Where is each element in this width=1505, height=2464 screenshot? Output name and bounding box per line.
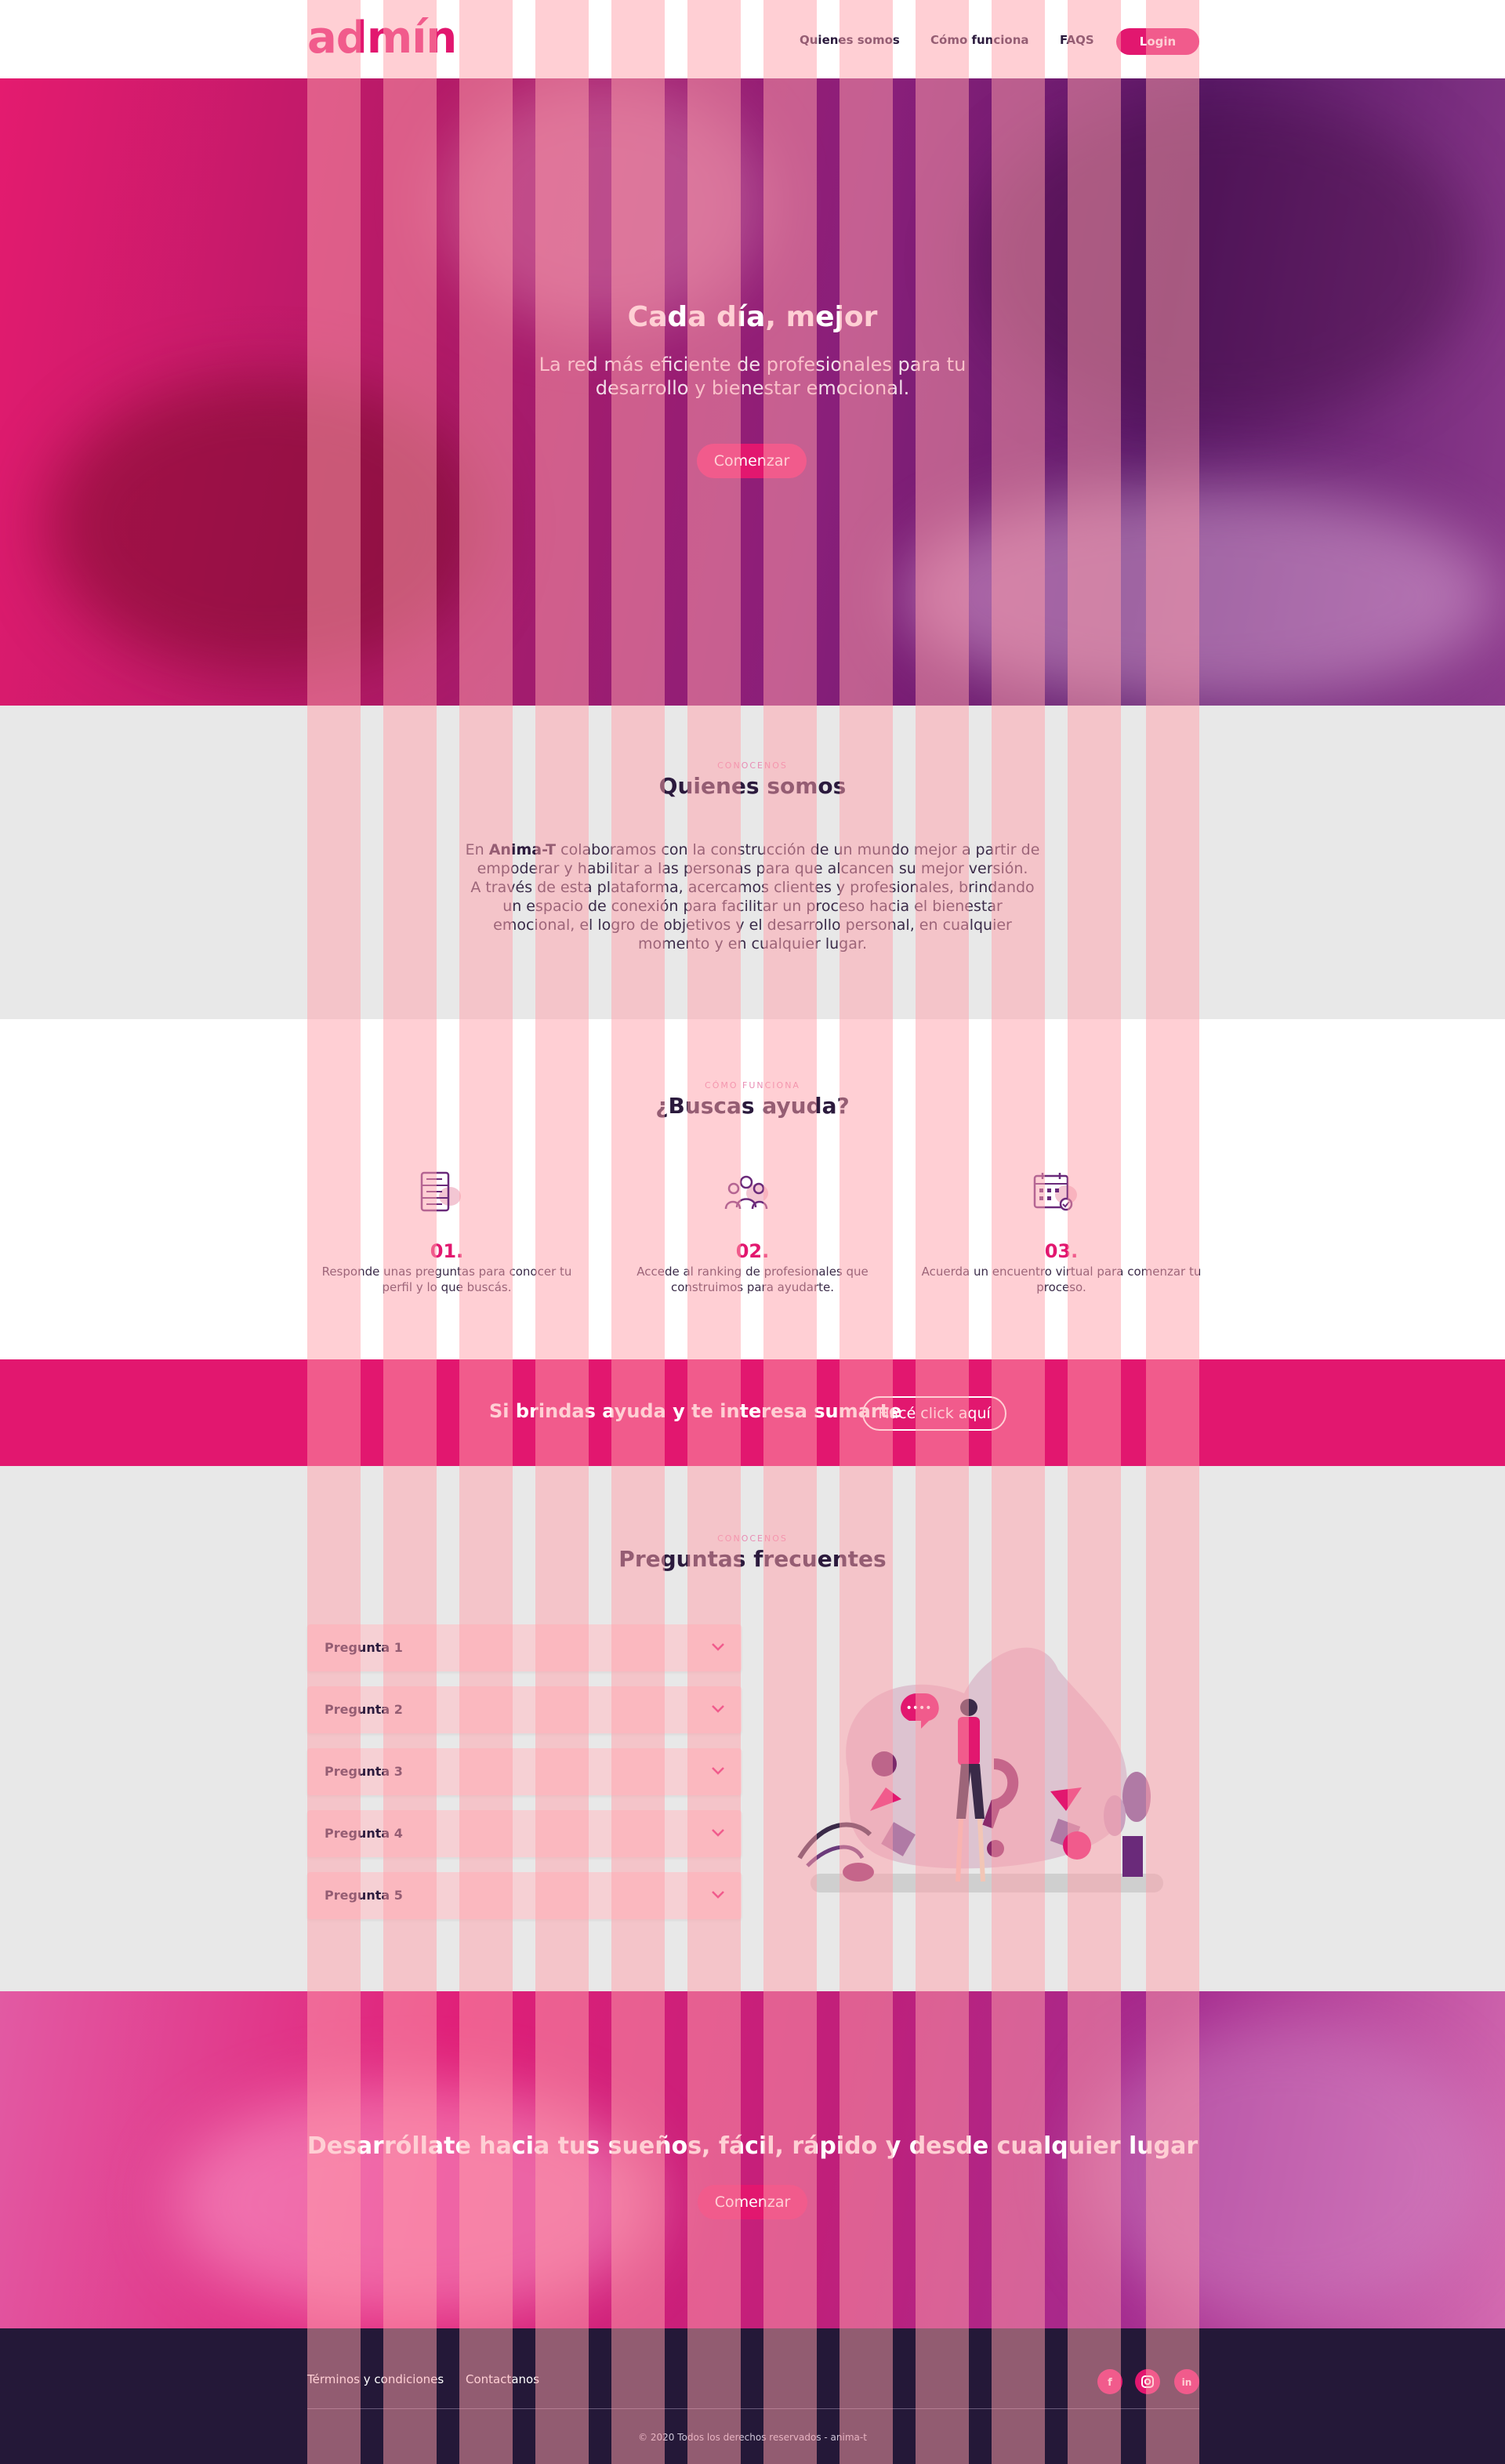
cta-photo-laptop xyxy=(172,2085,658,2321)
hero-title: Cada día, mejor xyxy=(627,301,878,333)
hero-photo-hands xyxy=(47,376,486,674)
faq-item-label: Pregunta 5 xyxy=(325,1888,403,1903)
how-title: ¿Buscas ayuda? xyxy=(655,1093,850,1119)
about-title: Quienes somos xyxy=(658,773,847,799)
step-1-text: Responde unas preguntas para conocer tu … xyxy=(321,1265,572,1294)
server-icon xyxy=(420,1171,461,1212)
faq-title: Preguntas frecuentes xyxy=(618,1546,887,1572)
chevron-down-icon xyxy=(712,1891,724,1899)
linkedin-glyph: in xyxy=(1182,2377,1192,2388)
join-button[interactable]: Hacé click aquí xyxy=(862,1396,1006,1431)
join-strip-text: Si brindas ayuda y te interesa sumarte xyxy=(489,1400,902,1422)
copyright: © 2020 Todos los derechos reservados - a… xyxy=(638,2432,867,2443)
about-text: En Anima-T colaboramos con la construcci… xyxy=(462,840,1043,953)
brand-name: Anima-T xyxy=(488,841,557,858)
chevron-down-icon xyxy=(712,1829,724,1837)
hero-start-button[interactable]: Comenzar xyxy=(697,444,807,478)
speech-bubble-dots: •••• xyxy=(905,1702,931,1715)
hero-photo-screen xyxy=(972,94,1474,423)
step-3-number: 03. xyxy=(1044,1240,1079,1262)
footer: Términos y condiciones Contactanos f in … xyxy=(0,2328,1505,2464)
chevron-down-icon xyxy=(712,1705,724,1713)
faq-item-label: Pregunta 4 xyxy=(325,1826,403,1841)
footer-link-terms[interactable]: Términos y condiciones xyxy=(307,2372,444,2386)
faq-item-1[interactable]: Pregunta 1 xyxy=(307,1624,742,1671)
footer-link-contact[interactable]: Contactanos xyxy=(466,2372,539,2386)
nav-link-como-funciona[interactable]: Cómo funciona xyxy=(930,33,1029,47)
faq-item-5[interactable]: Pregunta 5 xyxy=(307,1872,742,1919)
about-section: Conocenos Quienes somos En Anima-T colab… xyxy=(0,706,1505,1019)
step-3-text: Acuerda un encuentro virtual para comenz… xyxy=(921,1265,1202,1294)
faq-eyebrow: Conocenos xyxy=(717,1533,788,1544)
login-button[interactable]: Login xyxy=(1116,28,1199,55)
faq-item-4[interactable]: Pregunta 4 xyxy=(307,1810,742,1857)
calendar-icon xyxy=(1033,1173,1077,1211)
faq-item-label: Pregunta 2 xyxy=(325,1702,403,1717)
hero-photo-person xyxy=(439,78,768,329)
cta-section: Desarróllate hacia tus sueños, fácil, rá… xyxy=(0,1991,1505,2328)
facebook-icon[interactable]: f xyxy=(1097,2369,1122,2394)
chevron-down-icon xyxy=(712,1767,724,1775)
people-icon xyxy=(724,1175,768,1210)
faq-item-3[interactable]: Pregunta 3 xyxy=(307,1748,742,1795)
hero-subtitle: La red más eficiente de profesionales pa… xyxy=(539,354,966,399)
nav-link-faqs[interactable]: FAQS xyxy=(1060,33,1094,47)
about-text-2: A través de esta plataforma, acercamos c… xyxy=(470,879,1035,953)
chevron-down-icon xyxy=(712,1643,724,1651)
how-section: Cómo funciona ¿Buscas ayuda? 01. Respond… xyxy=(0,1019,1505,1359)
cta-photo-person xyxy=(1082,2023,1489,2321)
faq-item-label: Pregunta 1 xyxy=(325,1640,403,1655)
faq-item-2[interactable]: Pregunta 2 xyxy=(307,1686,742,1733)
faq-section: Conocenos Preguntas frecuentes Pregunta … xyxy=(0,1466,1505,1991)
cta-start-button[interactable]: Comenzar xyxy=(698,2185,807,2219)
how-eyebrow: Cómo funciona xyxy=(705,1080,800,1090)
about-text-1: colaboramos con la construcción de un mu… xyxy=(477,841,1040,877)
step-1-number: 01. xyxy=(430,1240,464,1262)
logo[interactable]: admín xyxy=(307,13,457,64)
step-2-number: 02. xyxy=(735,1240,770,1262)
navbar: admín Quienes somos Cómo funciona FAQS L… xyxy=(0,0,1505,78)
hero-section: Cada día, mejor La red más eficiente de … xyxy=(0,78,1505,706)
about-text-prefix: En xyxy=(465,841,489,858)
faq-item-label: Pregunta 3 xyxy=(325,1764,403,1779)
footer-divider xyxy=(307,2408,1199,2409)
facebook-glyph: f xyxy=(1108,2377,1112,2389)
faq-illustration: •••• xyxy=(797,1647,1163,1892)
about-eyebrow: Conocenos xyxy=(717,760,788,771)
instagram-icon[interactable] xyxy=(1135,2369,1160,2394)
step-2-text: Accede al ranking de profesionales que c… xyxy=(636,1265,869,1294)
linkedin-icon[interactable]: in xyxy=(1174,2369,1199,2394)
nav-link-quienes-somos[interactable]: Quienes somos xyxy=(800,33,900,47)
cta-title: Desarróllate hacia tus sueños, fácil, rá… xyxy=(306,2132,1199,2160)
join-strip: Si brindas ayuda y te interesa sumarte H… xyxy=(0,1359,1505,1466)
hero-photo-book xyxy=(901,486,1497,706)
